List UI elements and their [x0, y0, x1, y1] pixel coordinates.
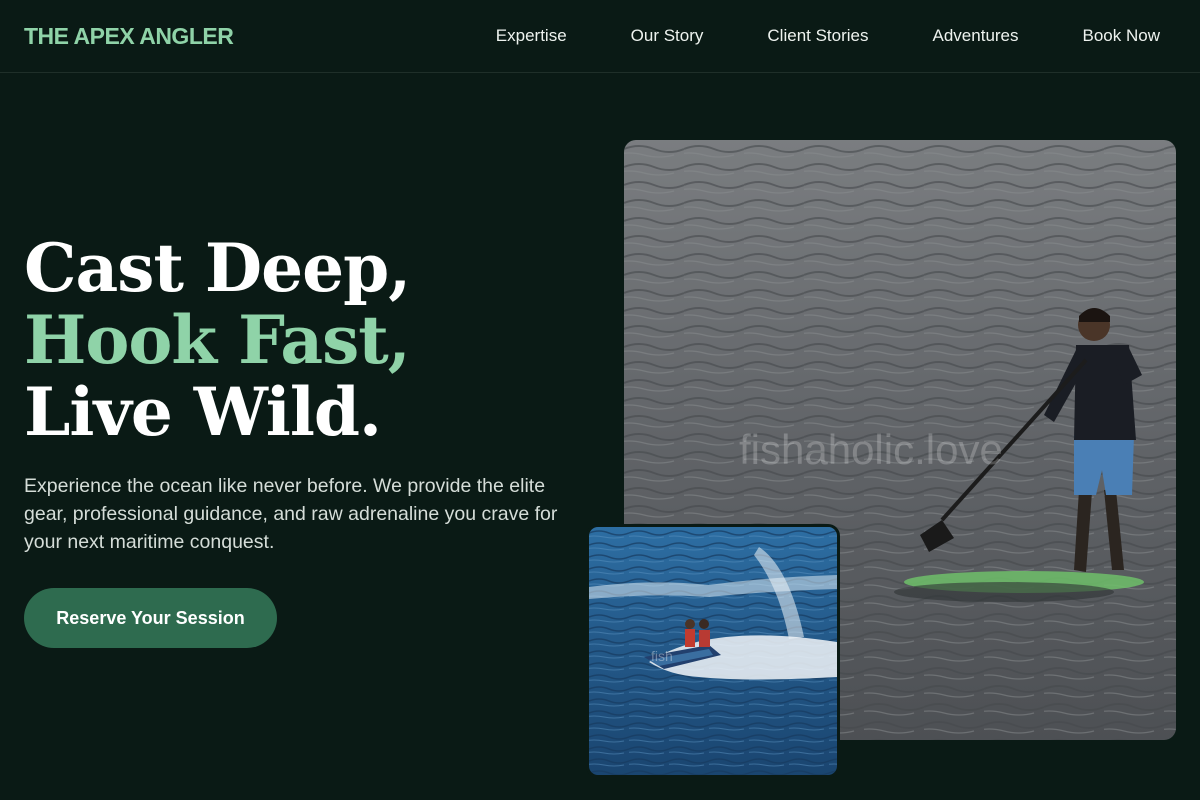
small-watermark-text: fish — [651, 648, 673, 664]
hero-description: Experience the ocean like never before. … — [24, 475, 558, 553]
reserve-session-button[interactable]: Reserve Your Session — [24, 588, 277, 648]
hero-title-line-3: Live Wild. — [24, 373, 382, 451]
jetski-image: fish — [589, 527, 837, 775]
main-watermark-text: fishaholic.love — [739, 426, 1003, 473]
nav-links: Expertise Our Story Client Stories Adven… — [496, 26, 1160, 46]
nav-item-book-now[interactable]: Book Now — [1083, 26, 1160, 46]
brand-logo[interactable]: THE APEX ANGLER — [24, 23, 234, 50]
nav-item-client-stories[interactable]: Client Stories — [767, 26, 868, 46]
jetski-photo: fish — [586, 524, 840, 778]
nav-item-our-story[interactable]: Our Story — [631, 26, 704, 46]
hero-title: Cast Deep, Hook Fast, Live Wild. — [24, 229, 411, 451]
nav-item-expertise[interactable]: Expertise — [496, 26, 567, 46]
hero-title-line-1: Cast Deep, — [24, 229, 411, 307]
top-nav: THE APEX ANGLER Expertise Our Story Clie… — [0, 0, 1200, 73]
hero-title-line-2: Hook Fast, — [24, 301, 411, 379]
nav-item-adventures[interactable]: Adventures — [933, 26, 1019, 46]
